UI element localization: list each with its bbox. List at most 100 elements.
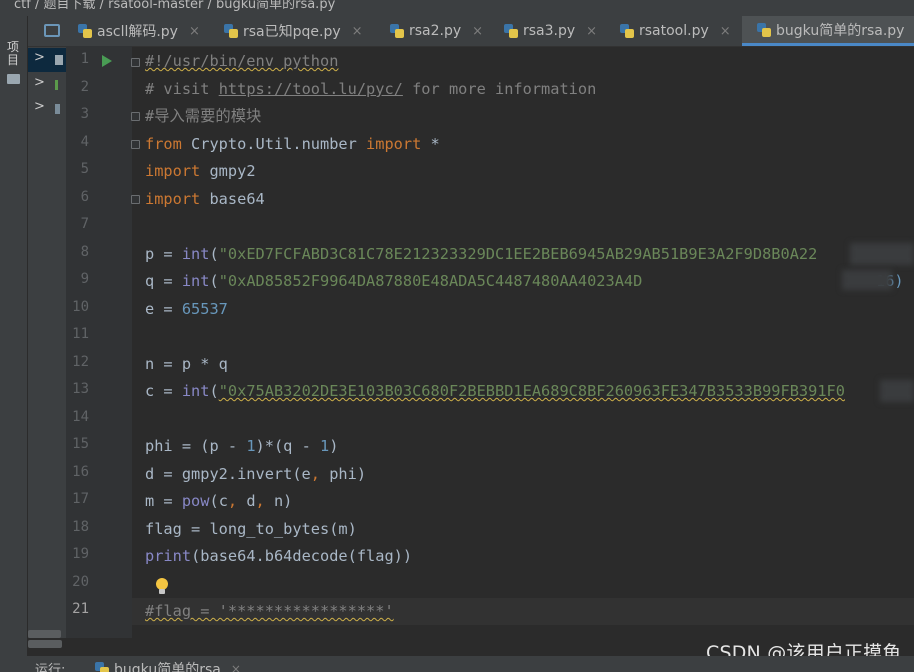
statement: phi = (p - [145, 437, 247, 455]
line-number: 1 [80, 51, 89, 67]
tree-row[interactable]: > [28, 73, 66, 97]
tree-row[interactable]: > [28, 48, 66, 72]
tab-rsa2[interactable]: rsa2.py × [390, 16, 483, 46]
line-number: 13 [72, 381, 89, 397]
tree-scrollbar[interactable] [28, 630, 61, 638]
horizontal-scrollbar[interactable] [28, 640, 62, 648]
python-file-icon [78, 24, 92, 38]
folder-icon[interactable] [7, 74, 20, 84]
line-number: 4 [80, 134, 89, 150]
code-line: d = gmpy2.invert(e, phi) [145, 461, 366, 488]
code-line: p = int("0xED7FCFABD3C81C78E212323329DC1… [145, 241, 817, 268]
keyword: import [366, 135, 422, 153]
line-number: 16 [72, 464, 89, 480]
line-number: 18 [72, 519, 89, 535]
fold-icon[interactable] [131, 195, 140, 204]
code-line: q = int("0xAD85852F9964DA87880E48ADA5C44… [145, 268, 904, 295]
fold-icon[interactable] [131, 140, 140, 149]
string-literal: "0xAD85852F9964DA87880E48ADA5C4487480AA4… [218, 272, 643, 290]
tab-label: rsa已知pqe.py [243, 24, 341, 40]
breadcrumb[interactable]: ctf / 题目下载 / rsatool-master / bugku简单的rs… [14, 0, 335, 12]
close-icon[interactable]: × [189, 24, 200, 39]
code-line: phi = (p - 1)*(q - 1) [145, 433, 338, 460]
python-file-icon [757, 22, 771, 37]
tab-ascll[interactable]: ascll解码.py × [78, 16, 200, 46]
fold-icon[interactable] [131, 58, 140, 67]
close-icon[interactable]: × [586, 24, 597, 39]
builtin: int [181, 245, 210, 263]
statement: n = p * q [145, 355, 228, 373]
string-literal: "0xED7FCFABD3C81C78E212323329DC1EE2BEB69… [218, 245, 818, 263]
chevron-right-icon[interactable]: > [34, 75, 45, 90]
statement: (c [209, 492, 228, 510]
tab-rsa-pqe[interactable]: rsa已知pqe.py × [224, 16, 363, 46]
breadcrumb-bar: ctf / 题目下载 / rsatool-master / bugku简单的rs… [0, 0, 914, 16]
line-number: 10 [72, 299, 89, 315]
python-file-icon [224, 24, 238, 38]
tool-window-icon[interactable] [44, 24, 60, 37]
identifier: c = [145, 382, 182, 400]
punctuation: ( [209, 272, 219, 290]
redaction-blur [880, 380, 914, 402]
string-literal: "0x75AB3202DE3E103B03C680F2BEBBD1EA689C8… [218, 382, 845, 400]
redaction-blur [842, 270, 892, 290]
identifier: * [421, 135, 440, 153]
run-label: 运行: [35, 663, 66, 672]
code-line: # visit https://tool.lu/pyc/ for more in… [145, 76, 596, 103]
keyword: import [145, 190, 201, 208]
punctuation: ( [209, 382, 219, 400]
line-number: 17 [72, 491, 89, 507]
run-tool-window-header: 运行: bugku简单的rsa × [0, 656, 914, 672]
line-number: 19 [72, 546, 89, 562]
close-icon[interactable]: × [472, 24, 483, 39]
comment: # visit [145, 80, 219, 98]
line-number: 14 [72, 409, 89, 425]
close-icon[interactable]: × [231, 662, 241, 672]
tab-rsatool[interactable]: rsatool.py × [620, 16, 731, 46]
tree-row[interactable]: > [28, 97, 66, 121]
punctuation: , [227, 492, 238, 510]
python-file-icon [95, 662, 109, 672]
shebang-comment: #!/usr/bin/env python [145, 52, 339, 70]
code-line: n = p * q [145, 351, 228, 378]
punctuation: ) [329, 437, 339, 455]
python-file-icon [390, 24, 404, 38]
comment-link[interactable]: https://tool.lu/pyc/ [219, 80, 403, 98]
tab-label: rsatool.py [639, 23, 709, 39]
run-tab-label: bugku简单的rsa [114, 662, 221, 672]
library-icon [55, 80, 58, 90]
line-number: 6 [80, 189, 89, 205]
run-tab[interactable]: bugku简单的rsa × [95, 659, 241, 672]
line-number: 2 [80, 79, 89, 95]
project-tool-button[interactable]: 项目 [7, 41, 21, 67]
punctuation: , [310, 465, 320, 483]
lightbulb-icon[interactable] [155, 578, 169, 597]
statement: d = gmpy2.invert(e [145, 465, 311, 483]
fold-icon[interactable] [131, 112, 140, 121]
statement: d [237, 492, 256, 510]
code-editor[interactable]: #!/usr/bin/env python # visit https://to… [145, 48, 904, 620]
code-line: m = pow(c, d, n) [145, 488, 292, 515]
identifier: p = [145, 245, 182, 263]
chevron-right-icon[interactable]: > [34, 50, 45, 65]
code-line: flag = long_to_bytes(m) [145, 516, 357, 543]
statement: n) [264, 492, 293, 510]
module-name: gmpy2 [200, 162, 256, 180]
statement: )*(q - [255, 437, 320, 455]
tab-rsa3[interactable]: rsa3.py × [504, 16, 597, 46]
identifier: e = [145, 300, 182, 318]
identifier: q = [145, 272, 182, 290]
code-line: e = 65537 [145, 296, 228, 323]
comment: #flag = '*****************' [145, 602, 394, 620]
tab-bugku-rsa[interactable]: bugku简单的rsa.py [742, 16, 914, 46]
close-icon[interactable]: × [720, 24, 731, 39]
module-name: Crypto.Util.number [181, 135, 367, 153]
module-name: base64 [200, 190, 265, 208]
run-icon[interactable] [102, 55, 112, 67]
code-line: #!/usr/bin/env python [145, 48, 338, 75]
builtin: int [181, 272, 210, 290]
punctuation: ( [209, 245, 219, 263]
close-icon[interactable]: × [352, 24, 363, 39]
chevron-right-icon[interactable]: > [34, 99, 45, 114]
comment: #导入需要的模块 [145, 107, 262, 125]
